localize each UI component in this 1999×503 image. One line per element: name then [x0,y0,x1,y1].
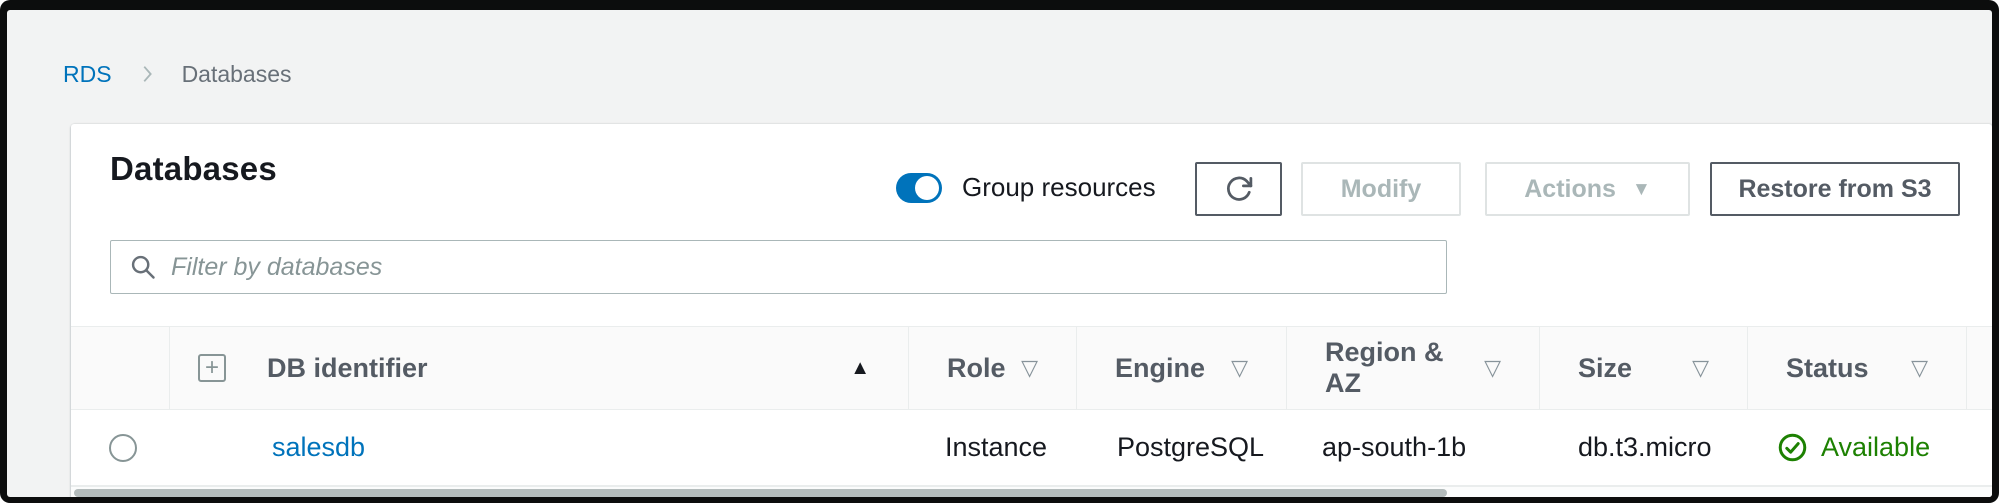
header-status[interactable]: Status ▽ [1748,327,1967,409]
header-label-db-identifier: DB identifier [267,352,428,383]
refresh-icon [1226,176,1252,201]
refresh-button[interactable] [1195,162,1282,216]
filter-region-az-icon[interactable]: ▽ [1484,355,1501,381]
filter-role-icon[interactable]: ▽ [1021,355,1038,381]
table-row: salesdb Instance PostgreSQL ap-south-1b … [71,410,1992,486]
row-db-identifier-cell: salesdb [170,410,909,485]
window-frame: RDS Databases Databases Group resources [0,0,1999,503]
header-label-region-az: Region & AZ [1325,337,1444,398]
filter-input[interactable] [110,240,1447,294]
header-region-az[interactable]: Region & AZ ▽ [1287,327,1540,409]
db-identifier-link[interactable]: salesdb [272,432,365,463]
header-label-size: Size [1578,352,1633,383]
status-badge: Available [1821,432,1931,462]
horizontal-scrollbar-thumb[interactable] [74,489,1447,497]
filter-engine-icon[interactable]: ▽ [1231,355,1248,381]
expand-all-icon[interactable]: + [198,354,226,382]
breadcrumb-link-rds[interactable]: RDS [63,61,112,88]
header-size[interactable]: Size ▽ [1540,327,1748,409]
breadcrumb-current: Databases [181,60,292,87]
filter-status-icon[interactable]: ▽ [1911,355,1928,381]
caret-down-icon: ▼ [1631,178,1651,200]
table-header-row: + DB identifier ▲ Role ▽ Engine ▽ Region… [71,326,1992,410]
restore-from-s3-button[interactable]: Restore from S3 [1710,162,1960,216]
row-engine-cell: PostgreSQL [1117,432,1265,462]
row-selection-cell [71,410,170,485]
header-selection-cell [71,327,170,409]
chevron-right-icon [143,66,152,82]
header-engine[interactable]: Engine ▽ [1077,327,1287,409]
filter-size-icon[interactable]: ▽ [1692,355,1709,381]
search-icon [131,255,155,279]
databases-panel: Databases Group resources Modify Actions… [71,124,1992,497]
modify-button[interactable]: Modify [1301,162,1461,216]
toggle-knob [915,175,939,200]
sort-ascending-icon[interactable]: ▲ [850,357,870,380]
page-title: Databases [110,150,277,187]
row-filler-cell [1967,410,1992,485]
row-role-cell: Instance [945,432,1048,462]
rds-console-page: RDS Databases Databases Group resources [7,10,1992,497]
header-filler-cell [1967,327,1992,409]
filter-box [110,240,1447,294]
header-role[interactable]: Role ▽ [909,327,1077,409]
toggle-track[interactable] [896,172,942,203]
row-radio-button[interactable] [109,433,137,462]
header-label-role: Role [947,352,1006,383]
row-status-cell: Available [1748,410,1967,485]
actions-button[interactable]: Actions ▼ [1485,162,1690,216]
row-size-cell: db.t3.micro [1578,432,1712,462]
check-circle-icon [1778,433,1807,462]
header-db-identifier[interactable]: + DB identifier ▲ [170,327,909,409]
group-resources-toggle[interactable]: Group resources [896,172,1156,203]
actions-button-label: Actions [1524,174,1616,203]
row-region-az-cell: ap-south-1b [1322,432,1467,462]
breadcrumb: RDS Databases [63,58,292,90]
horizontal-scrollbar[interactable] [71,486,1992,497]
header-label-engine: Engine [1115,352,1206,383]
databases-table: + DB identifier ▲ Role ▽ Engine ▽ Region… [71,326,1992,497]
header-label-status: Status [1786,352,1869,383]
toggle-label: Group resources [962,172,1156,202]
